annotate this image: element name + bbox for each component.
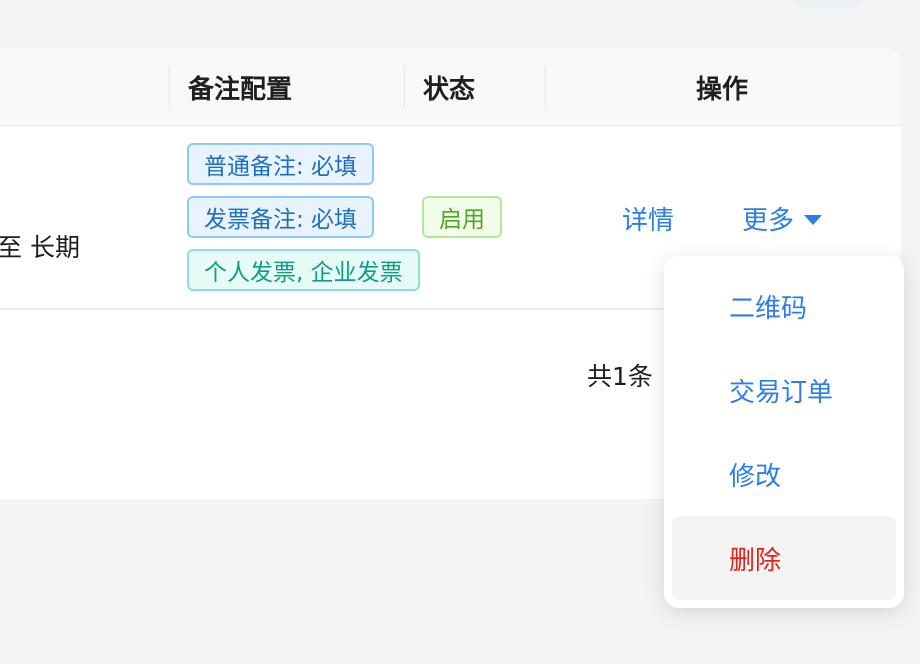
pagination-total: 共1条 [587,362,653,391]
menu-item-qrcode[interactable]: 二维码 [672,264,896,348]
header-status: 状态 [423,74,476,105]
header-remark-config: 备注配置 [188,74,293,105]
more-label: 更多 [742,206,795,236]
status-badge: 启用 [422,196,502,238]
caret-down-icon [804,214,823,225]
menu-item-delete[interactable]: 删除 [672,516,896,600]
column-separator [545,65,546,109]
header-actions: 操作 [696,74,749,105]
column-separator [169,65,170,109]
more-actions-menu: 二维码 交易订单 修改 删除 [664,256,904,608]
detail-link-label: 详情 [622,206,675,236]
remark-tag: 普通备注: 必填 [187,143,375,185]
detail-link[interactable]: 详情 [622,200,674,237]
validity-period: 至 长期 [0,233,80,262]
column-separator [404,65,405,109]
table-header: 备注配置 状态 操作 [0,48,901,126]
remark-tag: 发票备注: 必填 [187,196,375,238]
more-dropdown-trigger[interactable]: 更多 [742,200,823,237]
invoice-type-tag: 个人发票, 企业发票 [187,249,420,291]
menu-item-trade-orders[interactable]: 交易订单 [672,348,896,432]
menu-item-edit[interactable]: 修改 [672,432,896,516]
top-action-button[interactable] [794,0,864,8]
